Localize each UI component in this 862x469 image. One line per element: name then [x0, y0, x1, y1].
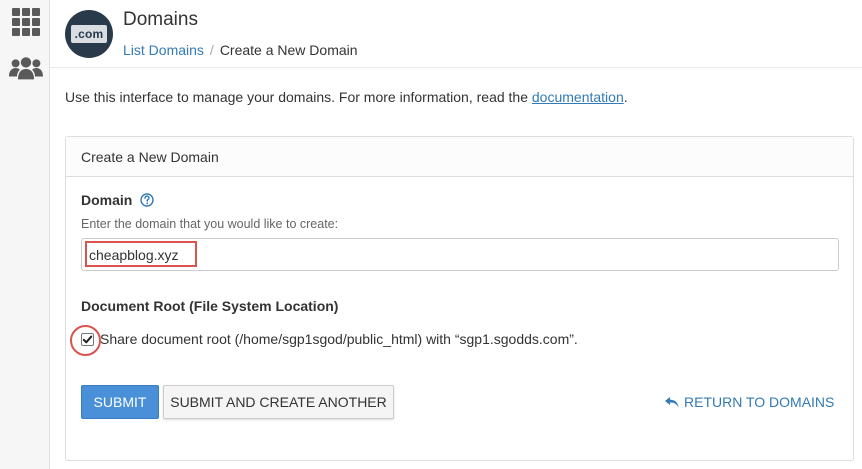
page-header: .com Domains List Domains / Create a New… [50, 0, 862, 68]
grid-icon[interactable] [9, 5, 43, 39]
document-root-label: Document Root (File System Location) [81, 298, 339, 314]
create-domain-panel: Create a New Domain Domain Enter the dom… [65, 136, 854, 461]
logo-text: .com [70, 25, 108, 43]
domain-input[interactable] [81, 238, 839, 271]
page-title: Domains [123, 9, 198, 30]
return-arrow-icon [665, 396, 679, 407]
share-docroot-checkbox[interactable] [81, 332, 94, 346]
sidebar [0, 0, 50, 469]
domain-label-text: Domain [81, 192, 133, 208]
breadcrumb: List Domains / Create a New Domain [123, 42, 358, 58]
help-icon[interactable] [140, 193, 154, 210]
return-to-domains-label: RETURN TO DOMAINS [684, 394, 835, 410]
share-docroot-label: Share document root (/home/sgp1sgod/publ… [100, 331, 578, 347]
submit-button[interactable]: SUBMIT [81, 385, 159, 419]
breadcrumb-separator: / [209, 42, 214, 58]
intro-body: Use this interface to manage your domain… [65, 89, 532, 105]
users-icon[interactable] [9, 52, 43, 86]
submit-and-create-another-button[interactable]: SUBMIT AND CREATE ANOTHER [163, 385, 394, 419]
intro-text: Use this interface to manage your domain… [65, 89, 628, 105]
breadcrumb-list-domains[interactable]: List Domains [123, 42, 204, 58]
domain-label: Domain [81, 192, 154, 210]
checkmark-icon [82, 335, 93, 343]
intro-suffix: . [623, 89, 628, 105]
domains-logo-icon: .com [65, 10, 113, 58]
breadcrumb-current: Create a New Domain [219, 42, 358, 58]
share-docroot-row: Share document root (/home/sgp1sgod/publ… [81, 327, 578, 351]
return-to-domains-link[interactable]: RETURN TO DOMAINS [664, 394, 834, 410]
main-content: .com Domains List Domains / Create a New… [50, 0, 862, 469]
documentation-link[interactable]: documentation [532, 89, 624, 105]
panel-heading: Create a New Domain [66, 137, 853, 177]
domain-hint: Enter the domain that you would like to … [81, 217, 339, 231]
